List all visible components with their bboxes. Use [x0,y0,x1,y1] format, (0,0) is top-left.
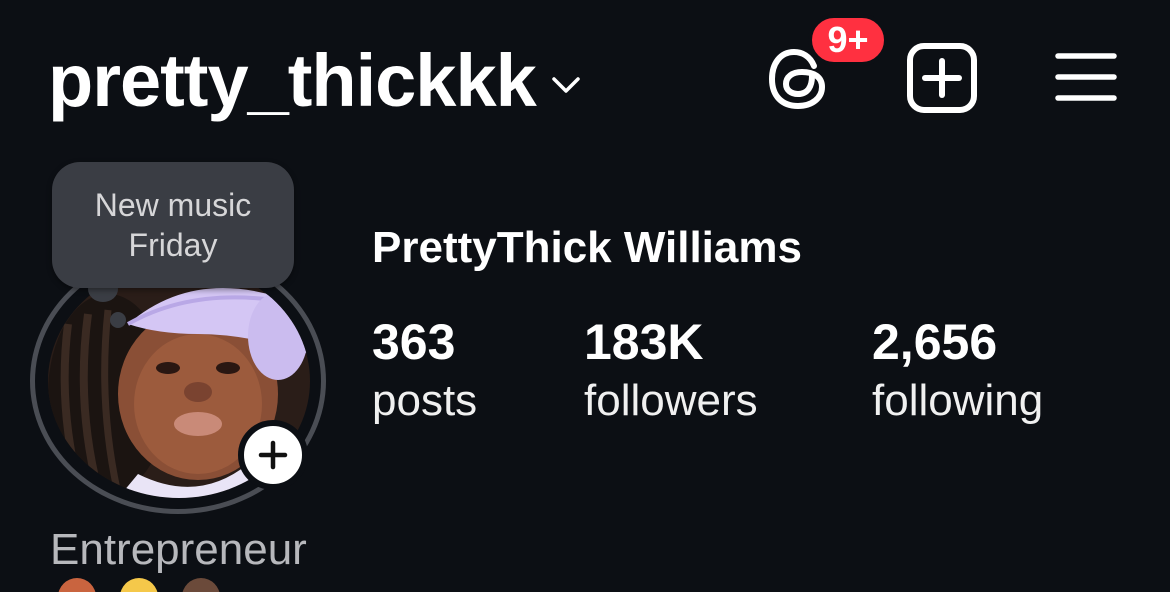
plus-square-icon[interactable] [906,42,978,114]
posts-label: posts [372,376,478,425]
chevron-down-icon [552,77,580,93]
followers-label: followers [584,376,758,425]
followers-count[interactable]: 183K followers [584,312,758,430]
threads-notification-badge: 9+ [808,14,888,66]
add-story-button[interactable] [238,420,308,490]
profile-note[interactable]: New music Friday [52,162,294,288]
account-switcher[interactable]: pretty_thickkk [48,38,584,124]
followers-value: 183K [584,314,704,370]
emoji-icon [58,578,96,592]
note-bubble-tail-dot [110,312,126,328]
emoji-icon [120,578,158,592]
following-value: 2,656 [872,314,998,370]
bio-emoji-row [58,578,220,592]
username: pretty_thickkk [48,39,537,122]
emoji-icon [182,578,220,592]
display-name: PrettyThick Williams [372,223,802,272]
profile-screen: pretty_thickkk 9+ New music Friday Prett… [0,0,1170,592]
plus-icon [258,440,288,470]
posts-value: 363 [372,314,456,370]
bio-category: Entrepreneur [50,525,307,574]
hamburger-menu-icon[interactable] [1054,48,1118,106]
note-text: New music Friday [94,187,252,263]
following-count[interactable]: 2,656 following [872,312,1043,430]
posts-count[interactable]: 363 posts [372,312,477,430]
following-label: following [872,376,1044,425]
